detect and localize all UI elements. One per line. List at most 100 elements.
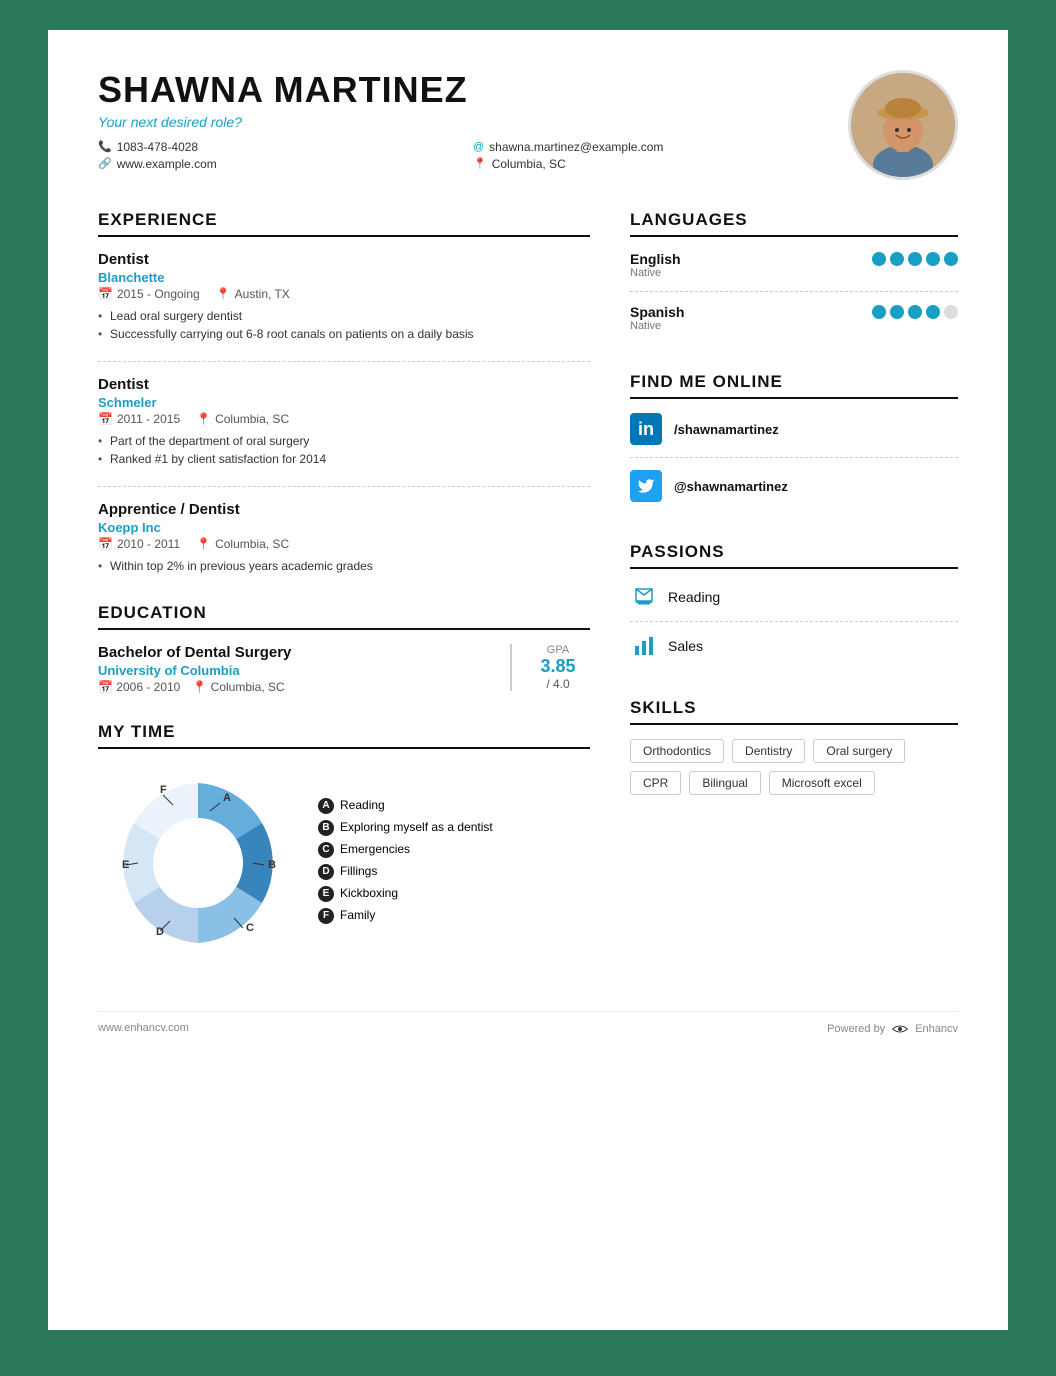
skill-dentistry: Dentistry [732, 739, 805, 763]
job-2: Dentist Schmeler 📅 2011 - 2015 📍 Columbi… [98, 376, 590, 468]
legend-letter-f: F [318, 908, 334, 924]
job-2-bullets: Part of the department of oral surgery R… [98, 432, 590, 468]
find-online-title: FIND ME ONLINE [630, 372, 958, 399]
skills-title: SKILLS [630, 698, 958, 725]
legend-item-c: C Emergencies [318, 841, 493, 858]
job-2-bullet-2: Ranked #1 by client satisfaction for 201… [98, 450, 590, 468]
pin-icon-2: 📍 [196, 412, 211, 426]
legend-letter-b: B [318, 820, 334, 836]
legend-label-f: Family [340, 907, 375, 924]
footer-brand-name: Enhancv [915, 1023, 958, 1035]
experience-title: EXPERIENCE [98, 210, 590, 237]
left-column: EXPERIENCE Dentist Blanchette 📅 2015 - O… [98, 210, 590, 991]
mytime-content: A B C D E F [98, 763, 590, 963]
lang-spanish-name: Spanish [630, 304, 684, 320]
svg-text:B: B [268, 859, 276, 871]
sdot-2 [890, 305, 904, 319]
skill-excel: Microsoft excel [769, 771, 875, 795]
job-1-bullet-2: Successfully carrying out 6-8 root canal… [98, 325, 590, 343]
pin-icon-edu: 📍 [192, 680, 207, 694]
skills-wrap: Orthodontics Dentistry Oral surgery CPR … [630, 739, 958, 795]
footer: www.enhancv.com Powered by Enhancv [98, 1011, 958, 1036]
edu-location: 📍 Columbia, SC [192, 680, 284, 694]
email-value: shawna.martinez@example.com [489, 140, 663, 154]
legend-letter-e: E [318, 886, 334, 902]
header-name: SHAWNA MARTINEZ [98, 70, 828, 110]
legend-item-b: B Exploring myself as a dentist [318, 819, 493, 836]
legend-label-a: Reading [340, 797, 385, 814]
calendar-icon-2: 📅 [98, 412, 113, 426]
job-3-bullet-1: Within top 2% in previous years academic… [98, 557, 590, 575]
job-2-bullet-1: Part of the department of oral surgery [98, 432, 590, 450]
lang-english-dots [872, 252, 958, 266]
job-2-location: 📍 Columbia, SC [196, 412, 289, 426]
svg-text:F: F [160, 784, 167, 796]
experience-section: EXPERIENCE Dentist Blanchette 📅 2015 - O… [98, 210, 590, 575]
dot-1 [872, 252, 886, 266]
linkedin-icon: in [630, 413, 662, 445]
job-2-meta: 📅 2011 - 2015 📍 Columbia, SC [98, 412, 590, 426]
legend-item-a: A Reading [318, 797, 493, 814]
twitter-handle: @shawnamartinez [674, 479, 788, 494]
footer-powered-by: Powered by [827, 1023, 885, 1035]
reading-icon [630, 583, 658, 611]
legend-letter-c: C [318, 842, 334, 858]
mytime-section: MY TIME [98, 722, 590, 963]
job-3-location: 📍 Columbia, SC [196, 537, 289, 551]
gpa-value: 3.85 [526, 656, 590, 677]
job-3-company: Koepp Inc [98, 520, 590, 535]
dot-5 [944, 252, 958, 266]
job-2-title: Dentist [98, 376, 590, 393]
education-title: EDUCATION [98, 603, 590, 630]
legend-list: A Reading B Exploring myself as a dentis… [318, 797, 493, 929]
online-linkedin: in /shawnamartinez [630, 413, 958, 458]
skill-bilingual: Bilingual [689, 771, 760, 795]
skill-oral-surgery: Oral surgery [813, 739, 905, 763]
phone-value: 1083-478-4028 [117, 140, 198, 154]
header: SHAWNA MARTINEZ Your next desired role? … [98, 70, 958, 180]
legend-label-e: Kickboxing [340, 885, 398, 902]
sales-icon [630, 632, 658, 660]
gpa-max: / 4.0 [526, 677, 590, 691]
footer-brand: Powered by Enhancv [827, 1022, 958, 1036]
job-3: Apprentice / Dentist Koepp Inc 📅 2010 - … [98, 501, 590, 575]
footer-left: www.enhancv.com [98, 1022, 189, 1036]
languages-section: LANGUAGES English Native [630, 210, 958, 344]
edu-gpa: GPA 3.85 / 4.0 [510, 644, 590, 691]
job-1-dates: 📅 2015 - Ongoing [98, 287, 200, 301]
job-1-company: Blanchette [98, 270, 590, 285]
website-value: www.example.com [117, 157, 217, 171]
lang-english-name: English [630, 251, 681, 267]
lang-spanish-top: Spanish [630, 304, 958, 320]
sdot-3 [908, 305, 922, 319]
job-divider-1 [98, 361, 590, 362]
lang-spanish-level: Native [630, 320, 958, 332]
lang-english-level: Native [630, 267, 958, 279]
job-1-meta: 📅 2015 - Ongoing 📍 Austin, TX [98, 287, 590, 301]
phone-icon: 📞 [98, 140, 112, 153]
legend-item-f: F Family [318, 907, 493, 924]
job-1-bullet-1: Lead oral surgery dentist [98, 307, 590, 325]
enhancv-logo-icon [890, 1022, 910, 1036]
passion-reading-label: Reading [668, 589, 720, 605]
pin-icon: 📍 [216, 287, 231, 301]
job-1-title: Dentist [98, 251, 590, 268]
edu-dates: 📅 2006 - 2010 [98, 680, 180, 694]
find-online-section: FIND ME ONLINE in /shawnamartinez @shawn… [630, 372, 958, 514]
legend-letter-a: A [318, 798, 334, 814]
education-section: EDUCATION Bachelor of Dental Surgery Uni… [98, 603, 590, 694]
language-spanish: Spanish Native [630, 304, 958, 344]
job-3-title: Apprentice / Dentist [98, 501, 590, 518]
dot-3 [908, 252, 922, 266]
job-1-bullets: Lead oral surgery dentist Successfully c… [98, 307, 590, 343]
header-contacts: 📞 1083-478-4028 @ shawna.martinez@exampl… [98, 140, 828, 171]
skill-cpr: CPR [630, 771, 681, 795]
calendar-icon-3: 📅 [98, 537, 113, 551]
edu-degree: Bachelor of Dental Surgery [98, 644, 500, 661]
dot-4 [926, 252, 940, 266]
svg-text:C: C [246, 922, 254, 934]
contact-phone: 📞 1083-478-4028 [98, 140, 453, 154]
edu-item: Bachelor of Dental Surgery University of… [98, 644, 590, 694]
gpa-label: GPA [526, 644, 590, 656]
legend-label-b: Exploring myself as a dentist [340, 819, 493, 836]
